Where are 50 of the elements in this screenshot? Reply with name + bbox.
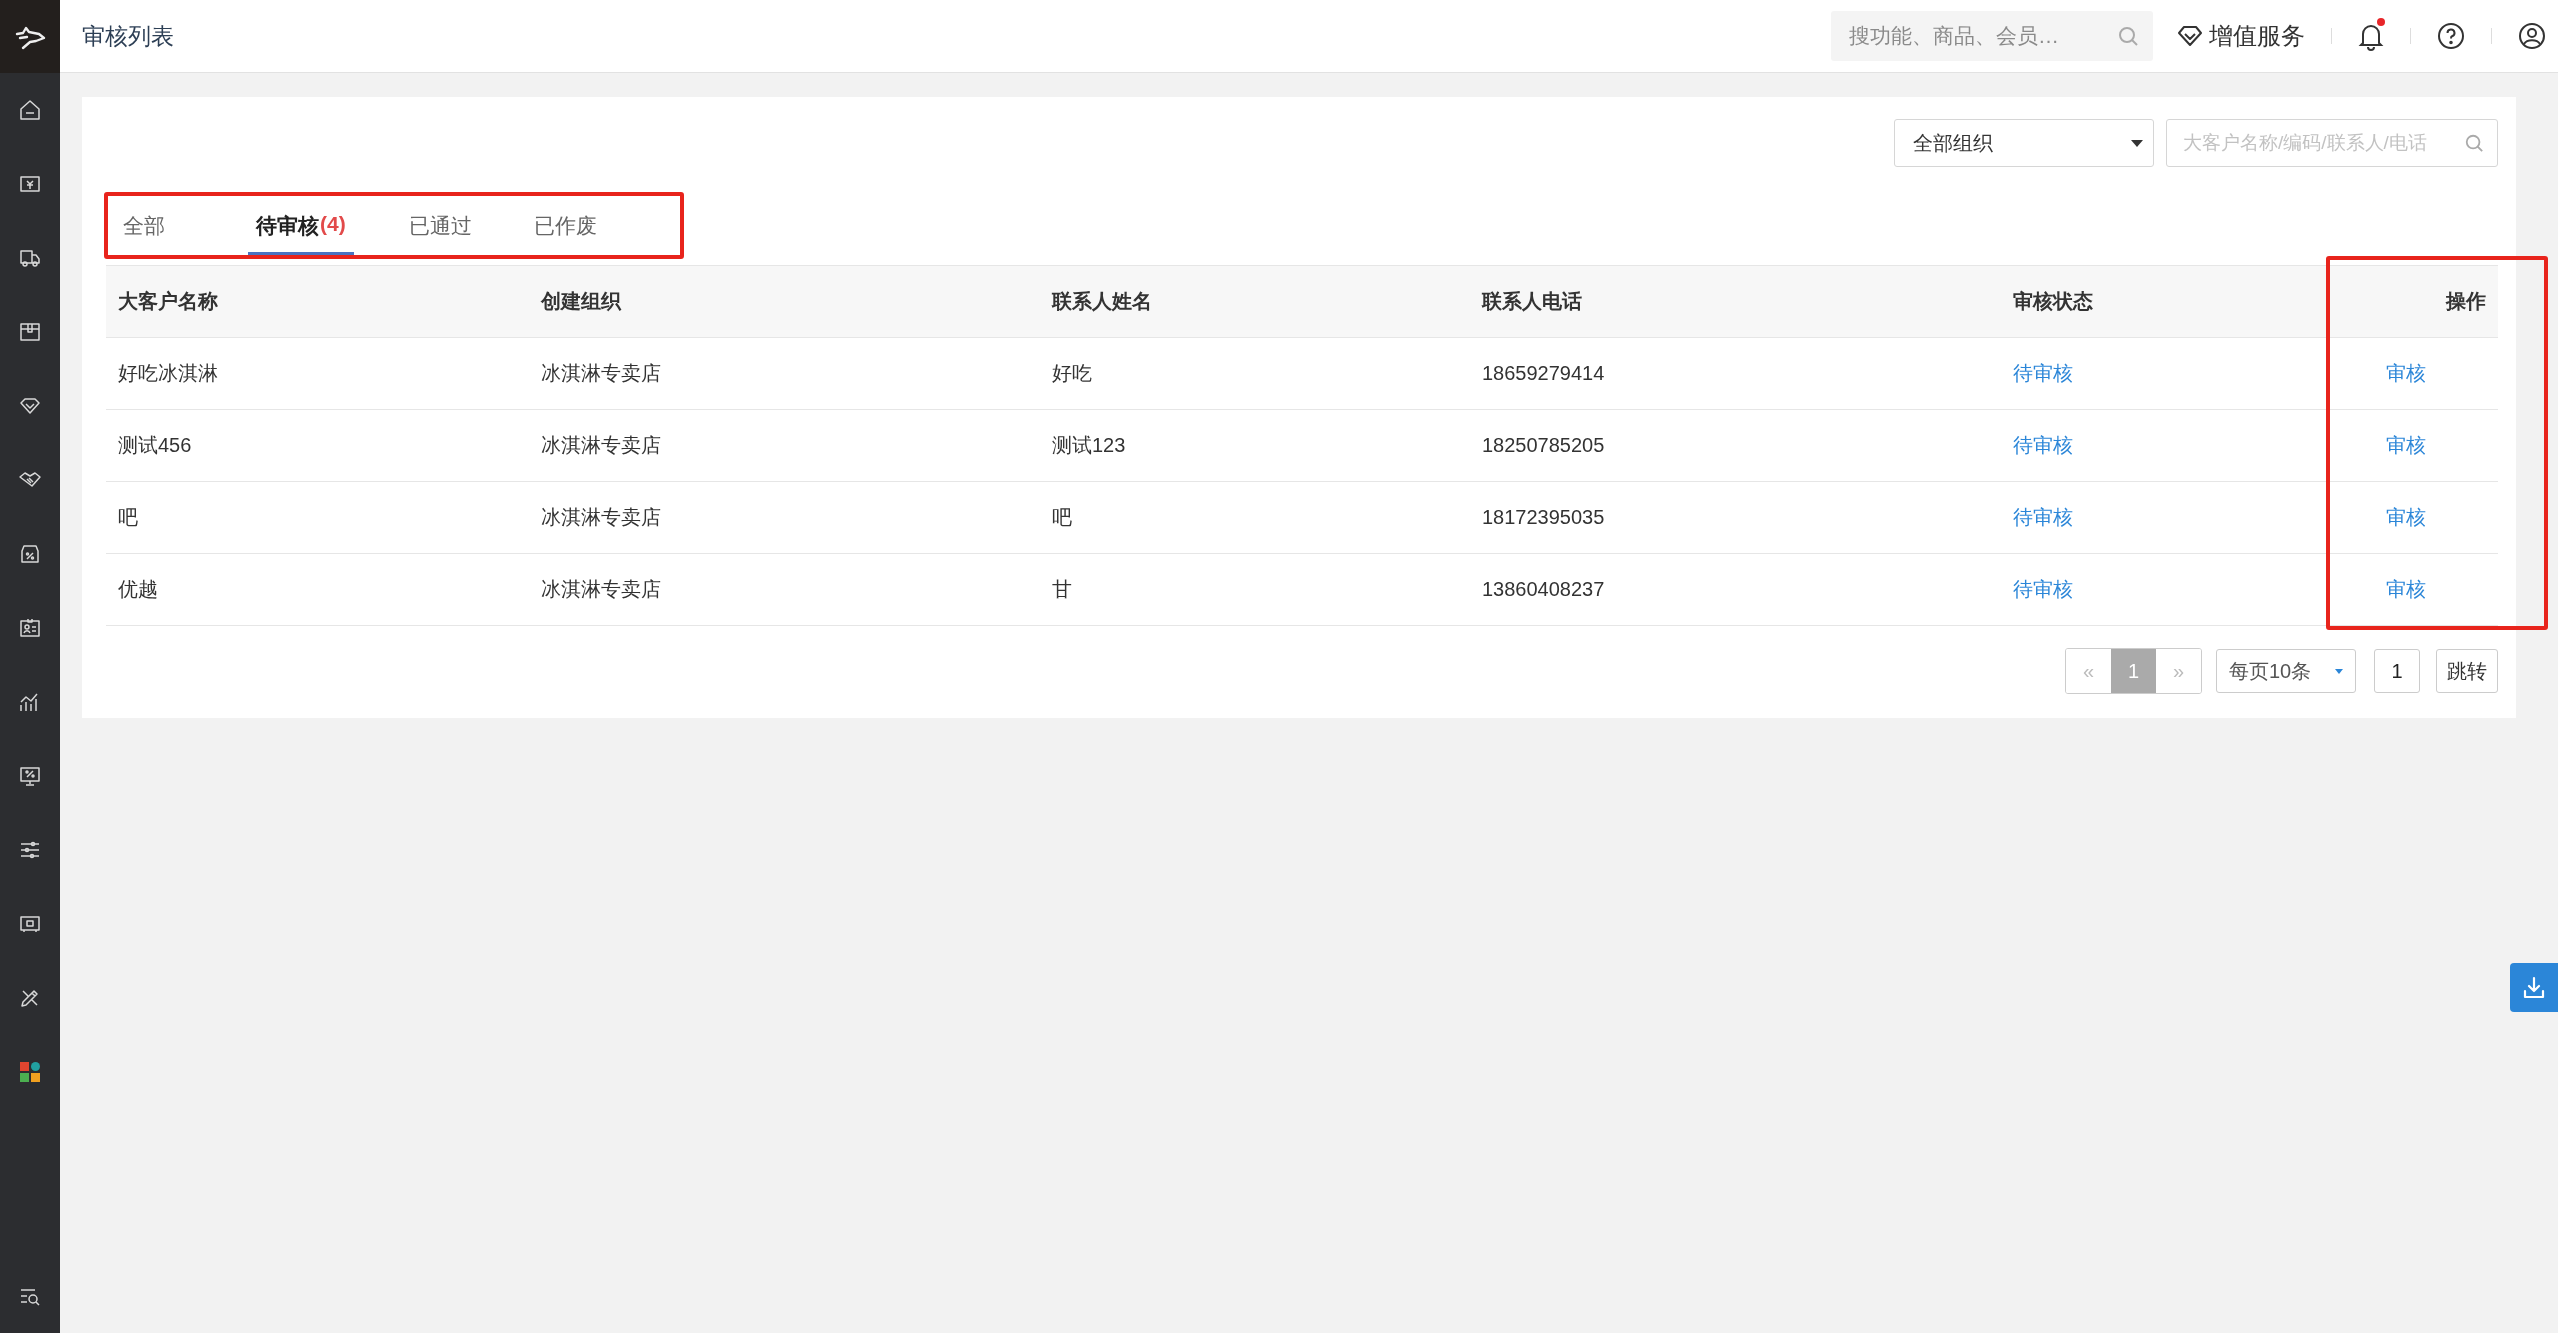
search-icon bbox=[2117, 25, 2139, 47]
page-title: 审核列表 bbox=[82, 21, 174, 51]
tab[interactable]: 全部 bbox=[123, 196, 233, 255]
tab[interactable]: 已通过 bbox=[408, 196, 519, 255]
review-link[interactable]: 审核 bbox=[2386, 578, 2426, 600]
column-header: 创建组织 bbox=[529, 266, 1040, 338]
column-header: 大客户名称 bbox=[106, 266, 529, 338]
status-cell: 待审核 bbox=[2001, 337, 2298, 410]
organization-dropdown[interactable]: 全部组织 bbox=[1894, 119, 2154, 167]
table-cell: 冰淇淋专卖店 bbox=[529, 337, 1040, 410]
table-cell: 优越 bbox=[106, 553, 529, 626]
table-cell: 好吃冰淇淋 bbox=[106, 337, 529, 410]
review-link[interactable]: 审核 bbox=[2386, 362, 2426, 384]
value-added-service-button[interactable]: 增值服务 bbox=[2177, 20, 2305, 52]
status-cell: 待审核 bbox=[2001, 553, 2298, 626]
table-cell: 测试123 bbox=[1040, 409, 1470, 482]
table-cell: 测试456 bbox=[106, 409, 529, 482]
download-icon[interactable] bbox=[2510, 963, 2558, 1012]
table-cell: 18172395035 bbox=[1470, 481, 2001, 554]
status-cell: 待审核 bbox=[2001, 409, 2298, 482]
user-icon[interactable] bbox=[2518, 22, 2546, 50]
table-cell: 吧 bbox=[106, 481, 529, 554]
column-header: 联系人姓名 bbox=[1040, 266, 1470, 338]
table-cell: 吧 bbox=[1040, 481, 1470, 554]
table-cell: 冰淇淋专卖店 bbox=[529, 553, 1040, 626]
column-header: 操作 bbox=[2298, 266, 2498, 338]
status-cell: 待审核 bbox=[2001, 481, 2298, 554]
search-icon bbox=[2464, 133, 2484, 153]
review-link[interactable]: 审核 bbox=[2386, 506, 2426, 528]
page-size-dropdown[interactable]: 每页10条 bbox=[2216, 649, 2356, 693]
table-cell: 冰淇淋专卖店 bbox=[529, 481, 1040, 554]
page-number-field[interactable]: 1 bbox=[2374, 649, 2420, 693]
customer-search-field[interactable]: 大客户名称/编码/联系人/电话 bbox=[2166, 119, 2498, 167]
column-header: 联系人电话 bbox=[1470, 266, 2001, 338]
logo-icon[interactable] bbox=[0, 0, 60, 73]
table-cell: 冰淇淋专卖店 bbox=[529, 409, 1040, 482]
review-link[interactable]: 审核 bbox=[2386, 434, 2426, 456]
search-field[interactable]: 搜功能、商品、会员… bbox=[1831, 11, 2153, 61]
table-cell: 甘 bbox=[1040, 553, 1470, 626]
diamond-icon bbox=[2177, 25, 2203, 47]
jump-button[interactable]: 跳转 bbox=[2436, 649, 2498, 693]
column-header: 审核状态 bbox=[2001, 266, 2298, 338]
table-cell: 好吃 bbox=[1040, 337, 1470, 410]
tab[interactable]: 已作废 bbox=[533, 196, 644, 255]
table-cell: 18250785205 bbox=[1470, 409, 2001, 482]
help-icon[interactable] bbox=[2437, 22, 2465, 50]
bell-icon[interactable] bbox=[2358, 21, 2384, 51]
table-cell: 13860408237 bbox=[1470, 553, 2001, 626]
table-cell: 18659279414 bbox=[1470, 337, 2001, 410]
tab[interactable]: 待审核(4) bbox=[248, 196, 354, 255]
